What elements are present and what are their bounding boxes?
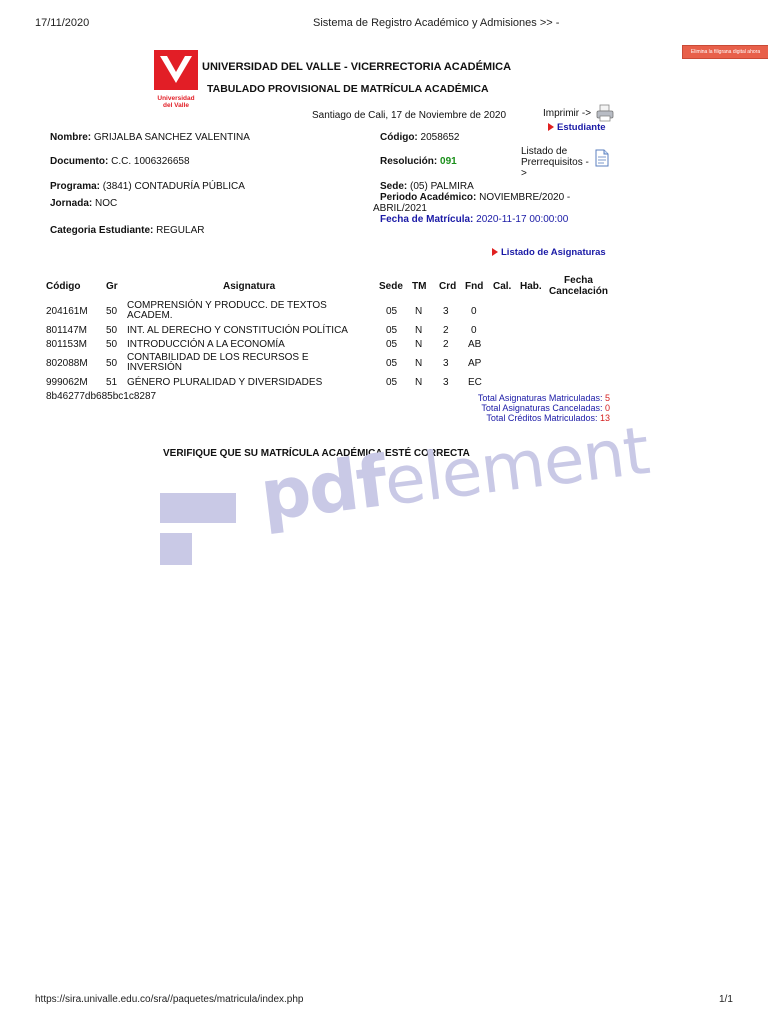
col-header-fecha-cancelacion: Fecha Cancelación [549, 275, 608, 297]
remove-watermark-button[interactable]: Elimina la filigrana digital ahora [682, 45, 768, 59]
prerequisites-link[interactable]: Listado de Prerrequisitos -> [521, 146, 591, 179]
student-name: Nombre: GRIJALBA SANCHEZ VALENTINA [50, 132, 250, 143]
student-campus: Sede: (05) PALMIRA [380, 181, 474, 192]
col-header-sede: Sede [379, 281, 403, 292]
pdfelement-logo-icon [160, 493, 240, 570]
student-category: Categoria Estudiante: REGULAR [50, 225, 205, 236]
univalle-logo: Universidad del Valle [154, 50, 198, 109]
student-code: Código: 2058652 [380, 132, 460, 143]
place-date: Santiago de Cali, 17 de Noviembre de 202… [312, 110, 507, 121]
page-url: https://sira.univalle.edu.co/sra//paquet… [35, 994, 304, 1005]
student-document: Documento: C.C. 1006326658 [50, 156, 190, 167]
total-enrolled: Total Asignaturas Matriculadas: 5 [477, 393, 610, 403]
col-header-cal: Cal. [493, 281, 512, 292]
academic-period: Periodo Académico: NOVIEMBRE/2020 - [380, 192, 571, 203]
enrollment-date: Fecha de Matrícula: 2020-11-17 00:00:00 [380, 214, 569, 225]
pdfelement-watermark: pdfelement [256, 412, 653, 537]
col-header-codigo: Código [46, 281, 81, 292]
print-page-title: Sistema de Registro Académico y Admision… [313, 17, 560, 29]
arrow-right-icon [548, 123, 554, 131]
subjects-list-link[interactable]: Listado de Asignaturas [492, 247, 606, 258]
university-title: UNIVERSIDAD DEL VALLE - VICERRECTORIA AC… [202, 61, 512, 73]
col-header-hab: Hab. [520, 281, 542, 292]
page-number: 1/1 [719, 994, 733, 1005]
col-header-tm: TM [412, 281, 427, 292]
document-title: TABULADO PROVISIONAL DE MATRÍCULA ACADÉM… [207, 83, 489, 95]
enrollment-hash: 8b46277db685bc1c8287 [46, 391, 157, 402]
col-header-fnd: Fnd [465, 281, 484, 292]
arrow-right-icon [492, 248, 498, 256]
logo-caption: Universidad del Valle [157, 95, 195, 109]
student-shift: Jornada: NOC [50, 198, 118, 209]
student-print-link[interactable]: Estudiante [548, 122, 606, 133]
student-program: Programa: (3841) CONTADURÍA PÚBLICA [50, 181, 245, 192]
univalle-logo-mark [154, 50, 198, 90]
document-icon[interactable] [594, 149, 610, 172]
student-resolution: Resolución: 091 [380, 156, 457, 167]
print-date: 17/11/2020 [35, 17, 90, 29]
col-header-gr: Gr [106, 281, 118, 292]
col-header-asignatura: Asignatura [223, 281, 276, 292]
print-link[interactable]: Imprimir -> [543, 108, 591, 119]
col-header-crd: Crd [439, 281, 457, 292]
total-cancelled: Total Asignaturas Canceladas: 0 [481, 403, 610, 413]
academic-period-end: ABRIL/2021 [373, 203, 427, 214]
